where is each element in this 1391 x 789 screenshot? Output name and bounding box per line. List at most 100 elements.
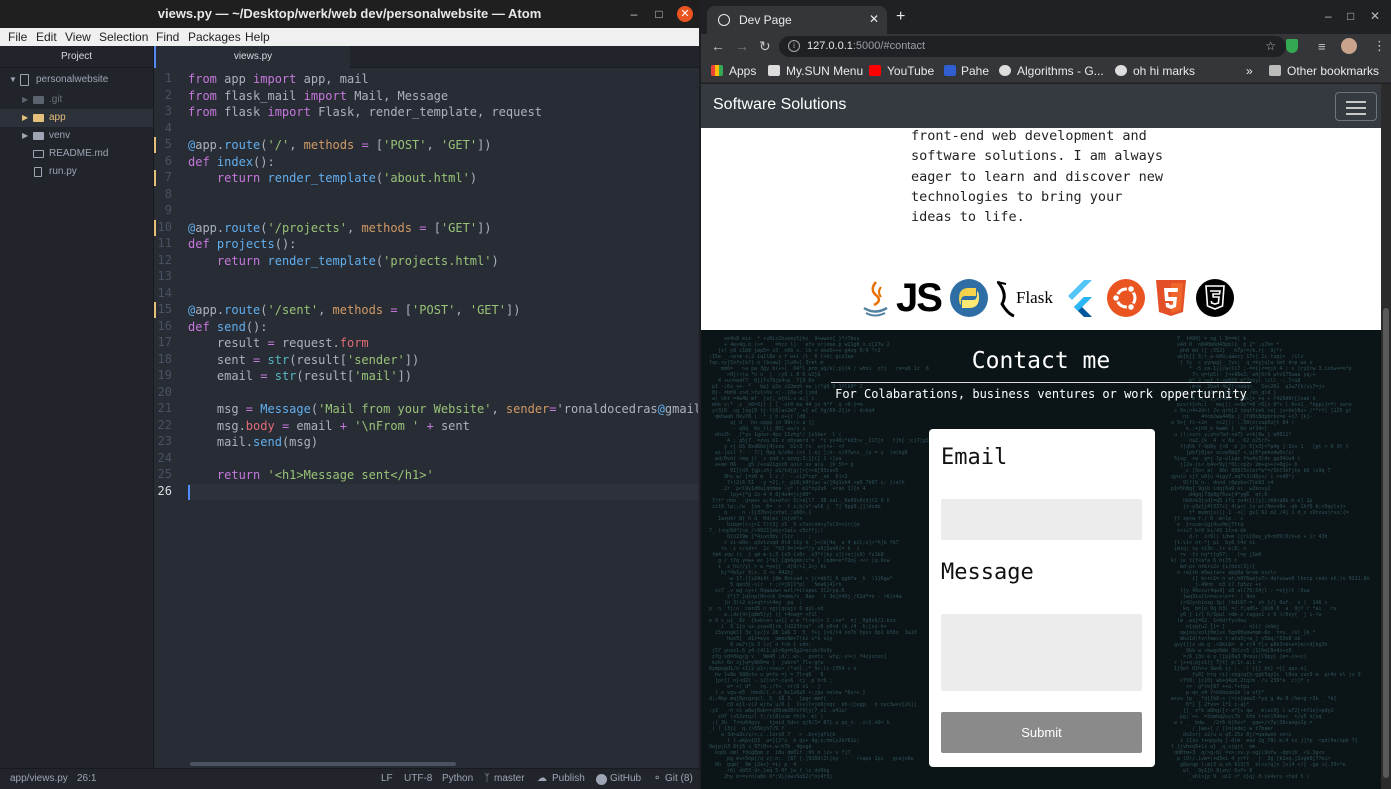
bookmark-star-icon[interactable]: ☆ <box>1265 39 1276 53</box>
menu-find[interactable]: Find <box>156 30 179 44</box>
media-queue-icon[interactable]: ≡ <box>1318 39 1326 54</box>
line-number: 4 <box>164 120 172 135</box>
info-icon[interactable]: i <box>788 40 800 52</box>
line-number: 19 <box>157 368 172 382</box>
minimize-icon[interactable]: – <box>1325 9 1332 23</box>
repo-icon <box>20 74 29 86</box>
code-line[interactable]: from app import app, mail <box>188 71 369 87</box>
hamburger-menu-icon[interactable] <box>1335 92 1377 121</box>
menu-selection[interactable]: Selection <box>99 30 148 44</box>
menu-view[interactable]: View <box>65 30 91 44</box>
flask-icon: Flask <box>994 278 1054 318</box>
maximize-icon[interactable]: □ <box>651 6 667 22</box>
new-tab-icon[interactable]: + <box>896 8 905 26</box>
reload-icon[interactable]: ↻ <box>759 38 771 55</box>
shield-extension-icon[interactable] <box>1286 39 1298 53</box>
tree-item-label: venv <box>49 130 71 141</box>
line-number: 24 <box>157 450 172 465</box>
code-line[interactable]: mail.send(msg) <box>188 434 318 450</box>
code-line[interactable]: msg.body = email + '\nFrom ' + sent <box>188 418 470 434</box>
code-line[interactable]: @app.route('/projects', methods = ['GET'… <box>188 220 492 236</box>
bookmark-other[interactable]: Other bookmarks <box>1287 64 1379 78</box>
css3-icon <box>1196 279 1234 317</box>
close-icon[interactable]: ✕ <box>1370 9 1380 23</box>
code-line[interactable]: result = request.form <box>188 335 369 351</box>
code-line[interactable]: from flask import Flask, render_template… <box>188 104 542 120</box>
file-icon <box>34 167 42 177</box>
bookmark-mysun[interactable]: My.SUN Menu <box>786 64 863 78</box>
tree-item-app[interactable]: ▶ app <box>0 109 153 127</box>
tree-header[interactable]: Project <box>0 46 153 68</box>
status-branch[interactable]: master <box>494 773 525 784</box>
project-tree: Project ▼ personalwebsite ▶ .git ▶ app ▶… <box>0 46 154 768</box>
menu-edit[interactable]: Edit <box>36 30 57 44</box>
code-line[interactable]: def send(): <box>188 319 268 335</box>
pahe-icon <box>944 65 956 76</box>
code-line[interactable]: return '<h1>Message sent</h1>' <box>188 467 434 483</box>
close-icon[interactable]: ✕ <box>677 6 693 22</box>
chevron-right-icon: ▶ <box>22 113 29 122</box>
status-publish[interactable]: Publish <box>552 773 585 784</box>
horizontal-scrollbar[interactable] <box>190 762 456 766</box>
menu-help[interactable]: Help <box>245 30 270 44</box>
globe-icon <box>718 14 730 26</box>
code-line[interactable]: @app.route('/', methods = ['POST', 'GET'… <box>188 137 492 153</box>
tab-close-icon[interactable]: ✕ <box>869 12 879 26</box>
code-line[interactable]: def projects(): <box>188 236 296 252</box>
maximize-icon[interactable]: □ <box>1347 9 1354 23</box>
html5-icon <box>1156 280 1186 316</box>
code-line[interactable]: from flask_mail import Mail, Message <box>188 88 448 104</box>
code-editor[interactable]: views.py 1 2 3 4 5 6 7 8 9 10 11 12 13 14 15 16 17 18 19 20… <box>154 46 699 768</box>
status-line-ending[interactable]: LF <box>381 773 393 784</box>
code-line[interactable]: msg = Message('Mail from your Website', … <box>188 401 698 417</box>
tree-item-venv[interactable]: ▶ venv <box>0 127 153 145</box>
status-file-path[interactable]: app/views.py <box>10 773 68 784</box>
bookmark-pahe[interactable]: Pahe <box>961 64 989 78</box>
status-github[interactable]: GitHub <box>610 773 641 784</box>
kebab-menu-icon[interactable]: ⋮ <box>1373 38 1386 54</box>
status-encoding[interactable]: UTF-8 <box>404 773 432 784</box>
tree-item-readme[interactable]: README.md <box>0 145 153 163</box>
status-grammar[interactable]: Python <box>442 773 473 784</box>
minimize-icon[interactable]: – <box>626 6 642 22</box>
code-line[interactable]: def index(): <box>188 154 275 170</box>
message-field[interactable] <box>941 614 1142 691</box>
avatar[interactable] <box>1341 38 1357 54</box>
tree-root[interactable]: ▼ personalwebsite <box>0 71 153 89</box>
menu-packages[interactable]: Packages <box>188 30 241 44</box>
email-field[interactable] <box>941 499 1142 540</box>
code-area[interactable]: from app import app, mail from flask_mail… <box>188 68 698 768</box>
address-bar[interactable]: i 127.0.0.1:5000/#contact ☆ <box>779 36 1286 57</box>
scrollbar-thumb[interactable] <box>1383 308 1389 778</box>
url-text[interactable]: 127.0.0.1:5000/#contact <box>807 40 925 52</box>
code-line[interactable]: email = str(result['mail']) <box>188 368 412 384</box>
site-brand[interactable]: Software Solutions <box>713 96 846 114</box>
tab-title: Dev Page <box>739 13 792 27</box>
bookmarks-overflow-icon[interactable]: » <box>1246 64 1253 78</box>
code-line[interactable]: @app.route('/sent', methods = ['POST', '… <box>188 302 520 318</box>
bookmark-youtube[interactable]: YouTube <box>887 64 934 78</box>
menu-file[interactable]: File <box>8 30 27 44</box>
page-viewport: front-end web development and software s… <box>701 84 1391 789</box>
back-icon[interactable]: ← <box>711 38 725 54</box>
bookmark-ohhimarks[interactable]: oh hi marks <box>1133 64 1195 78</box>
branch-icon: ᛉ <box>484 773 490 784</box>
status-cursor-position[interactable]: 26:1 <box>77 773 96 784</box>
bookmark-algorithms[interactable]: Algorithms - G... <box>1017 64 1104 78</box>
line-number: 6 <box>164 153 172 168</box>
forward-icon[interactable]: → <box>735 38 749 54</box>
bookmark-apps[interactable]: Apps <box>729 64 756 78</box>
tab-views-py[interactable]: views.py <box>154 46 350 68</box>
algorithms-icon <box>999 65 1011 76</box>
code-line[interactable]: return render_template('projects.html') <box>188 253 499 269</box>
tree-item-git[interactable]: ▶ .git <box>0 91 153 109</box>
code-line[interactable]: return render_template('about.html') <box>188 170 477 186</box>
submit-button[interactable]: Submit <box>941 712 1142 753</box>
code-line[interactable]: sent = str(result['sender']) <box>188 352 419 368</box>
tree-item-run[interactable]: run.py <box>0 163 153 181</box>
line-number: 14 <box>157 285 172 300</box>
code-line[interactable] <box>188 483 698 500</box>
status-git[interactable]: Git (8) <box>665 773 693 784</box>
page-scrollbar[interactable] <box>1381 84 1391 789</box>
browser-tab[interactable]: Dev Page ✕ <box>707 6 887 34</box>
